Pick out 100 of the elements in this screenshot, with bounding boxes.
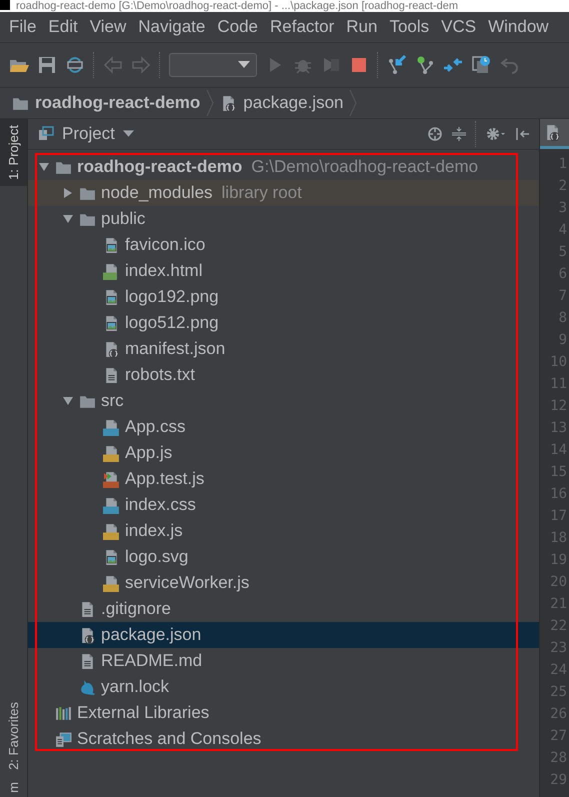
path-hint: library root [222, 183, 302, 203]
tree-row[interactable]: package.json [28, 622, 539, 648]
sync-icon[interactable] [65, 55, 85, 75]
image-file-icon [103, 236, 120, 254]
window-title: roadhog-react-demo [G:\Demo\roadhog-react-demo] - ...\package.json [roadhog-react-dem [16, 0, 458, 12]
tree-row[interactable]: logo192.png [28, 284, 539, 310]
tree-row[interactable]: Scratches and Consoles [28, 726, 539, 752]
breadcrumb-item[interactable]: roadhog-react-demo [12, 93, 200, 113]
text-file-icon [79, 600, 96, 618]
collapsed-arrow-icon[interactable] [62, 187, 74, 199]
file-name: roadhog-react-demo [77, 157, 242, 177]
vcs-commit-icon[interactable] [415, 55, 435, 75]
libraries-icon [55, 704, 72, 722]
vcs-update-icon[interactable] [387, 55, 407, 75]
file-name: logo512.png [125, 313, 219, 333]
file-name: node_modules [101, 183, 213, 203]
tree-row[interactable]: robots.txt [28, 362, 539, 388]
tree-row[interactable]: .gitignore [28, 596, 539, 622]
file-name: App.css [125, 417, 186, 437]
tree-row[interactable]: App.css [28, 414, 539, 440]
cat-icon [79, 678, 96, 696]
file-name: App.test.js [125, 469, 204, 489]
caret-icon [238, 61, 250, 69]
menu-item[interactable]: Navigate [132, 14, 212, 40]
image-file-icon [103, 548, 120, 566]
file-name: logo.svg [125, 547, 188, 567]
file-name: favicon.ico [125, 235, 206, 255]
file-name: README.md [101, 651, 202, 671]
file-name: Scratches and Consoles [77, 729, 262, 749]
tree-row[interactable]: manifest.json [28, 336, 539, 362]
tree-row[interactable]: yarn.lock [28, 674, 539, 700]
menu-item[interactable]: Edit [42, 14, 84, 40]
json-file-icon [103, 340, 120, 358]
settings-icon[interactable] [485, 126, 507, 142]
image-file-icon [103, 314, 120, 332]
tool-window-tab[interactable]: m [0, 776, 27, 797]
menu-item[interactable]: Tools [383, 14, 436, 40]
menu-item[interactable]: View [84, 14, 132, 40]
tree-row[interactable]: public [28, 206, 539, 232]
menu-item[interactable]: Run [340, 14, 384, 40]
menu-item[interactable]: Window [482, 14, 555, 40]
file-name: App.js [125, 443, 172, 463]
expanded-arrow-icon[interactable] [38, 161, 50, 173]
file-name: robots.txt [125, 365, 195, 385]
tree-row[interactable]: favicon.ico [28, 232, 539, 258]
history-icon[interactable] [471, 55, 491, 75]
tree-row[interactable]: index.css [28, 492, 539, 518]
file-name: index.js [125, 521, 183, 541]
tool-window-tab[interactable]: 1: Project [0, 119, 27, 186]
collapse-all-icon[interactable] [451, 126, 467, 142]
menu-item[interactable]: VCS [435, 14, 482, 40]
stop-icon[interactable] [349, 55, 369, 75]
breadcrumb-item[interactable]: package.json [220, 93, 344, 113]
js-file-icon [103, 444, 120, 462]
file-name: yarn.lock [101, 677, 170, 697]
tree-row[interactable]: App.test.js [28, 466, 539, 492]
tree-row[interactable]: index.html [28, 258, 539, 284]
tree-row[interactable]: App.js [28, 440, 539, 466]
expanded-arrow-icon[interactable] [62, 213, 74, 225]
scratches-icon [55, 730, 72, 748]
json-file-icon [220, 94, 238, 112]
json-file-icon [79, 626, 96, 644]
app-logo-icon [0, 0, 10, 10]
tree-row[interactable]: serviceWorker.js [28, 570, 539, 596]
tree-row[interactable]: index.js [28, 518, 539, 544]
tree-row[interactable]: roadhog-react-demo G:\Demo\roadhog-react-demo [28, 154, 539, 180]
tree-row[interactable]: README.md [28, 648, 539, 674]
image-file-icon [103, 288, 120, 306]
path-hint: G:\Demo\roadhog-react-demo [251, 157, 478, 177]
chevron-icon [206, 90, 214, 116]
hide-panel-icon[interactable] [515, 126, 531, 142]
test-file-icon [103, 470, 120, 488]
save-icon[interactable] [37, 55, 57, 75]
file-name: logo192.png [125, 287, 219, 307]
tree-row[interactable]: src [28, 388, 539, 414]
chevron-icon [349, 90, 358, 116]
caret-icon[interactable] [122, 130, 134, 138]
text-file-icon [103, 366, 120, 384]
tree-row[interactable]: logo.svg [28, 544, 539, 570]
locate-icon[interactable] [427, 126, 443, 142]
expanded-arrow-icon[interactable] [62, 395, 74, 407]
file-name: index.html [125, 261, 202, 281]
js-file-icon [103, 574, 120, 592]
css-file-icon [103, 418, 120, 436]
panel-title: Project [62, 124, 115, 144]
css-file-icon [103, 496, 120, 514]
tree-row[interactable]: External Libraries [28, 700, 539, 726]
file-name: External Libraries [77, 703, 210, 723]
menu-item[interactable]: File [3, 14, 42, 40]
tool-window-tab[interactable]: 2: Favorites [0, 696, 27, 776]
tree-row[interactable]: logo512.png [28, 310, 539, 336]
tree-row[interactable]: node_modules library root [28, 180, 539, 206]
json-file-tab-icon [544, 124, 561, 141]
menu-item[interactable]: Refactor [264, 14, 340, 40]
run-configuration-dropdown[interactable] [169, 53, 257, 77]
file-name: index.css [125, 495, 196, 515]
text-file-icon [79, 652, 96, 670]
file-name: serviceWorker.js [125, 573, 250, 593]
file-name: .gitignore [101, 599, 171, 619]
menu-item[interactable]: Code [211, 14, 264, 40]
